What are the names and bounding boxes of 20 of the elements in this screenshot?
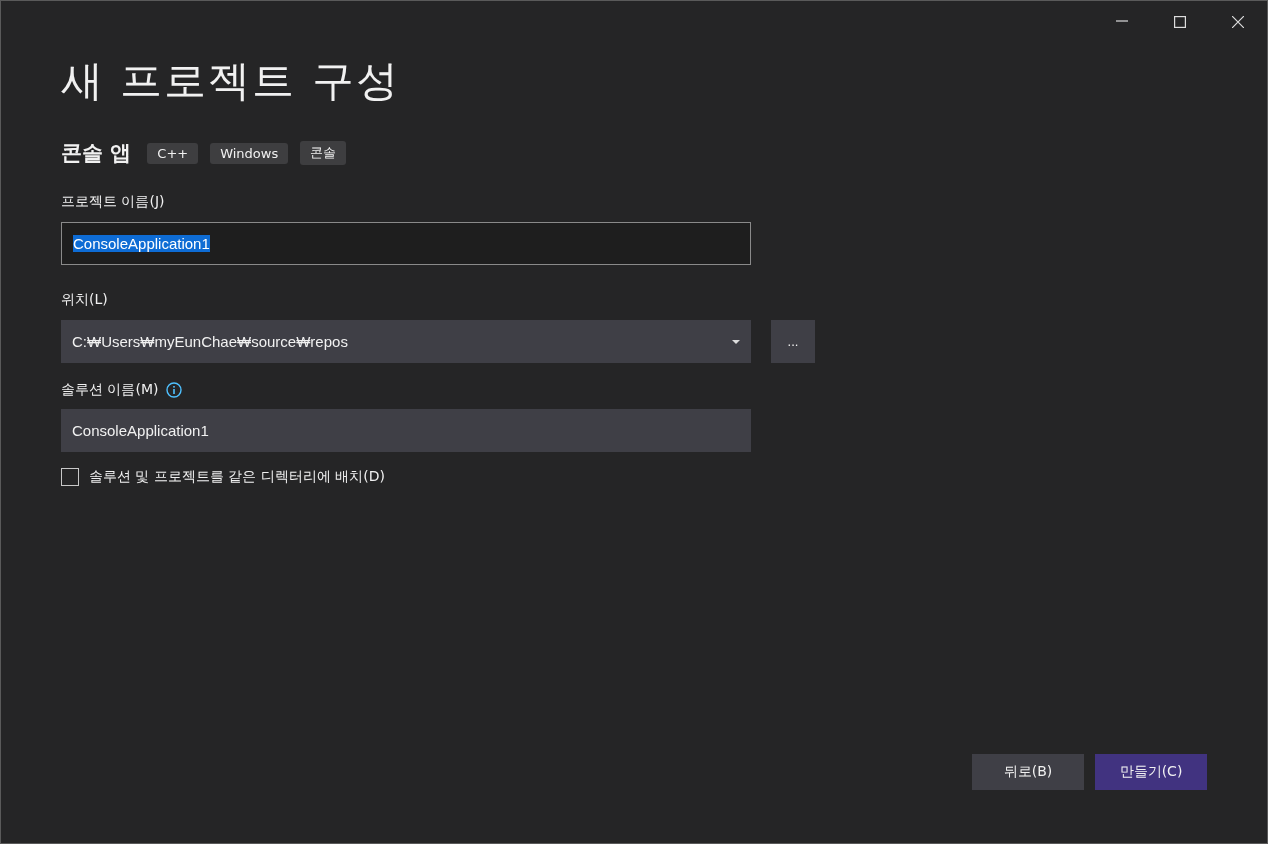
project-name-field[interactable]: ConsoleApplication1 xyxy=(61,222,751,265)
field-label: 위치(L) xyxy=(61,291,109,309)
create-button[interactable]: 만들기(C) xyxy=(1095,754,1207,790)
tag-label: 콘솔 xyxy=(300,141,347,165)
tag-label: C++ xyxy=(147,142,199,164)
field-label: 솔루션 이름(M) xyxy=(61,381,159,399)
maximize-icon xyxy=(1174,16,1186,28)
template-name: 콘솔 앱 xyxy=(61,140,132,167)
back-button[interactable]: 뒤로(B) xyxy=(972,754,1084,790)
info-icon[interactable] xyxy=(166,382,183,398)
tag-label: Windows xyxy=(210,142,289,164)
checkbox[interactable] xyxy=(61,468,79,486)
location-dropdown[interactable]: C:₩Users₩myEunChae₩source₩repos xyxy=(61,320,751,363)
caret-icon xyxy=(732,339,740,344)
solution-name-field[interactable]: ConsoleApplication1 xyxy=(61,409,751,452)
browse-button[interactable]: ... xyxy=(771,320,815,363)
field-label: 프로젝트 이름(J) xyxy=(61,193,166,211)
checkbox-label: 솔루션 및 프로젝트를 같은 디렉터리에 배치(D) xyxy=(89,468,385,486)
close-icon xyxy=(1232,16,1244,28)
dialog-title: 새 프로젝트 구성 xyxy=(61,55,401,107)
